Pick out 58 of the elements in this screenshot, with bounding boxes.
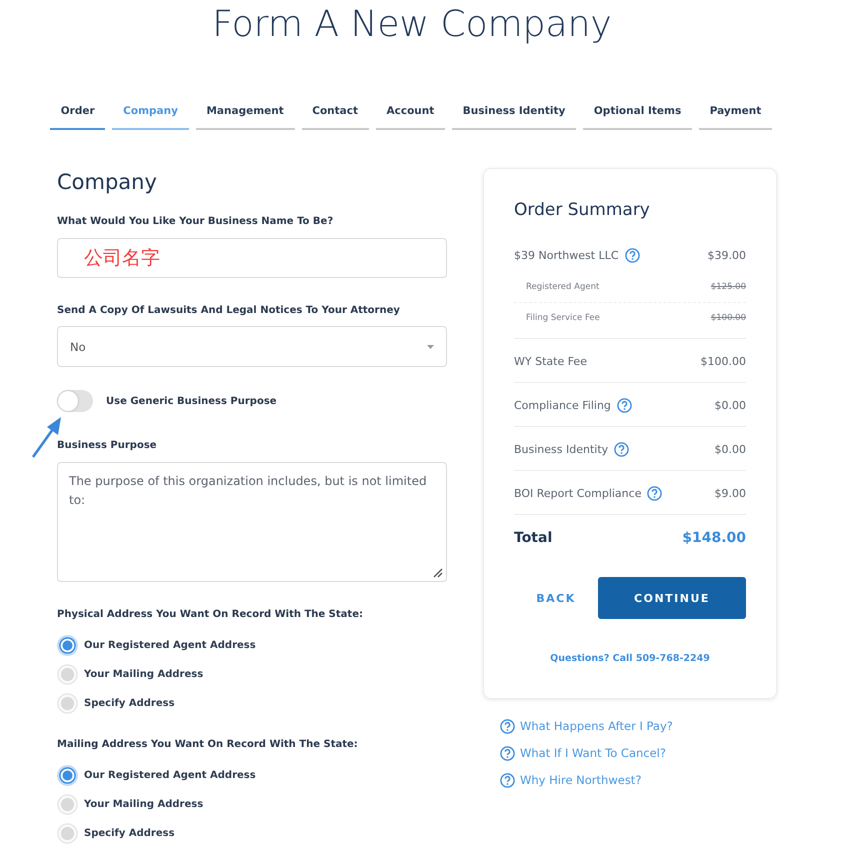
help-icon[interactable]	[616, 398, 632, 412]
field-label: Mailing Address You Want On Record With The State:	[57, 738, 359, 752]
section-heading: Company	[57, 169, 158, 195]
toggle-switch[interactable]	[57, 390, 93, 412]
resize-handle-icon[interactable]	[433, 568, 443, 578]
radio-button[interactable]	[57, 635, 78, 656]
step-tab[interactable]: Management	[196, 95, 295, 130]
radio-button[interactable]	[57, 664, 78, 685]
help-icon	[500, 772, 515, 788]
help-icon	[500, 718, 515, 734]
total-amount: $148.00	[682, 530, 746, 546]
radio-label[interactable]: Specify Address	[84, 698, 175, 709]
help-icon	[500, 746, 515, 760]
line-item-label: BOI Report Compliance	[514, 486, 642, 500]
subitem-price: $100.00	[710, 313, 746, 323]
line-item-price: $100.00	[700, 354, 746, 368]
field-label: What Would You Like Your Business Name To Be?	[57, 215, 334, 229]
radio-button[interactable]	[57, 765, 78, 786]
radio-button[interactable]	[57, 693, 78, 714]
toggle-label: Use Generic Business Purpose	[106, 396, 277, 406]
line-item-label: $39 Northwest LLC	[514, 248, 618, 262]
radio-button[interactable]	[57, 823, 78, 844]
subitem-label: Filing Service Fee	[526, 313, 600, 323]
line-item-price: $9.00	[714, 486, 746, 500]
continue-button[interactable]: CONTINUE	[598, 577, 746, 619]
line-item-price: $0.00	[714, 442, 746, 456]
help-icon[interactable]	[614, 442, 630, 456]
caret-icon	[427, 344, 434, 348]
line-item-price: $0.00	[714, 398, 746, 412]
help-icon[interactable]	[647, 486, 662, 500]
line-item-label: Business Identity	[514, 442, 608, 456]
subitem-label: Registered Agent	[526, 282, 600, 292]
radio-label[interactable]: Specify Address	[84, 828, 175, 839]
step-tab[interactable]: Account	[376, 95, 446, 130]
line-item-label: WY State Fee	[514, 354, 587, 368]
business-name-field[interactable]: 公司名字	[57, 238, 447, 278]
step-tab[interactable]: Contact	[302, 95, 369, 130]
line-item-price: $39.00	[708, 248, 746, 262]
radio-button[interactable]	[57, 794, 78, 815]
radio-label[interactable]: Your Mailing Address	[84, 669, 204, 680]
step-tab[interactable]: Order	[50, 95, 106, 130]
summary-title: Order Summary	[514, 199, 651, 221]
radio-label[interactable]: Our Registered Agent Address	[84, 640, 256, 651]
radio-label[interactable]: Our Registered Agent Address	[84, 770, 256, 781]
attorney-dropdown[interactable]: No	[57, 326, 447, 367]
page-title: Form A New Company	[211, 3, 613, 47]
step-tab[interactable]: Optional Items	[583, 95, 692, 130]
step-tab[interactable]: Payment	[698, 95, 772, 130]
field-label: Physical Address You Want On Record With The State:	[57, 608, 364, 622]
radio-label[interactable]: Your Mailing Address	[84, 799, 204, 810]
business-purpose-field[interactable]: The purpose of this organization includes, but is not limited to:	[57, 462, 447, 582]
line-item-label: Compliance Filing	[514, 398, 611, 412]
field-label: Business Purpose	[57, 439, 158, 453]
help-icon[interactable]	[624, 248, 640, 262]
subitem-price: $125.00	[710, 282, 746, 292]
total-label: Total	[514, 530, 552, 546]
field-label: Send A Copy Of Lawsuits And Legal Notices To Your Attorney	[57, 304, 401, 318]
step-tab[interactable]: Business Identity	[452, 95, 576, 130]
